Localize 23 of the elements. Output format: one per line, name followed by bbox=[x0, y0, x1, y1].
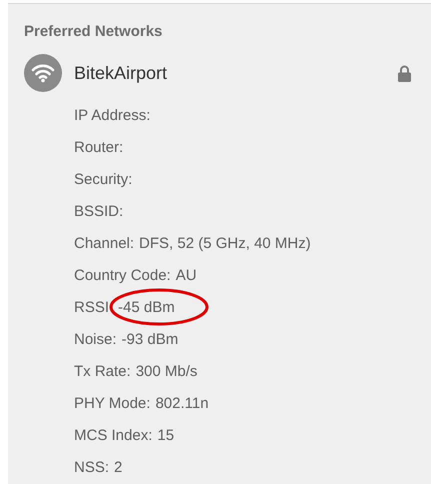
detail-label: Tx Rate: bbox=[74, 362, 131, 382]
detail-value: -93 dBm bbox=[122, 330, 178, 350]
detail-label: MCS Index: bbox=[74, 426, 152, 446]
detail-label: PHY Mode: bbox=[74, 394, 150, 414]
detail-label: BSSID: bbox=[74, 202, 124, 222]
detail-value: 15 bbox=[157, 426, 174, 446]
detail-label: Noise: bbox=[74, 330, 117, 350]
detail-value: DFS, 52 (5 GHz, 40 MHz) bbox=[139, 234, 311, 254]
section-title: Preferred Networks bbox=[24, 22, 162, 42]
detail-value: 2 bbox=[114, 458, 122, 478]
detail-value: AU bbox=[176, 266, 197, 286]
detail-label: NSS: bbox=[74, 458, 110, 478]
detail-label: RSSI bbox=[74, 298, 110, 318]
detail-label: Channel: bbox=[74, 234, 134, 254]
wifi-icon bbox=[24, 54, 62, 92]
detail-label: Router: bbox=[74, 138, 124, 158]
network-name: BitekAirport bbox=[74, 62, 168, 85]
detail-label: Security: bbox=[74, 170, 132, 190]
detail-label: IP Address: bbox=[74, 106, 150, 126]
detail-label: Country Code: bbox=[74, 266, 171, 286]
detail-value: 802.11n bbox=[155, 394, 209, 414]
detail-value: -45 dBm bbox=[114, 296, 179, 320]
detail-value: 300 Mb/s bbox=[136, 362, 198, 382]
